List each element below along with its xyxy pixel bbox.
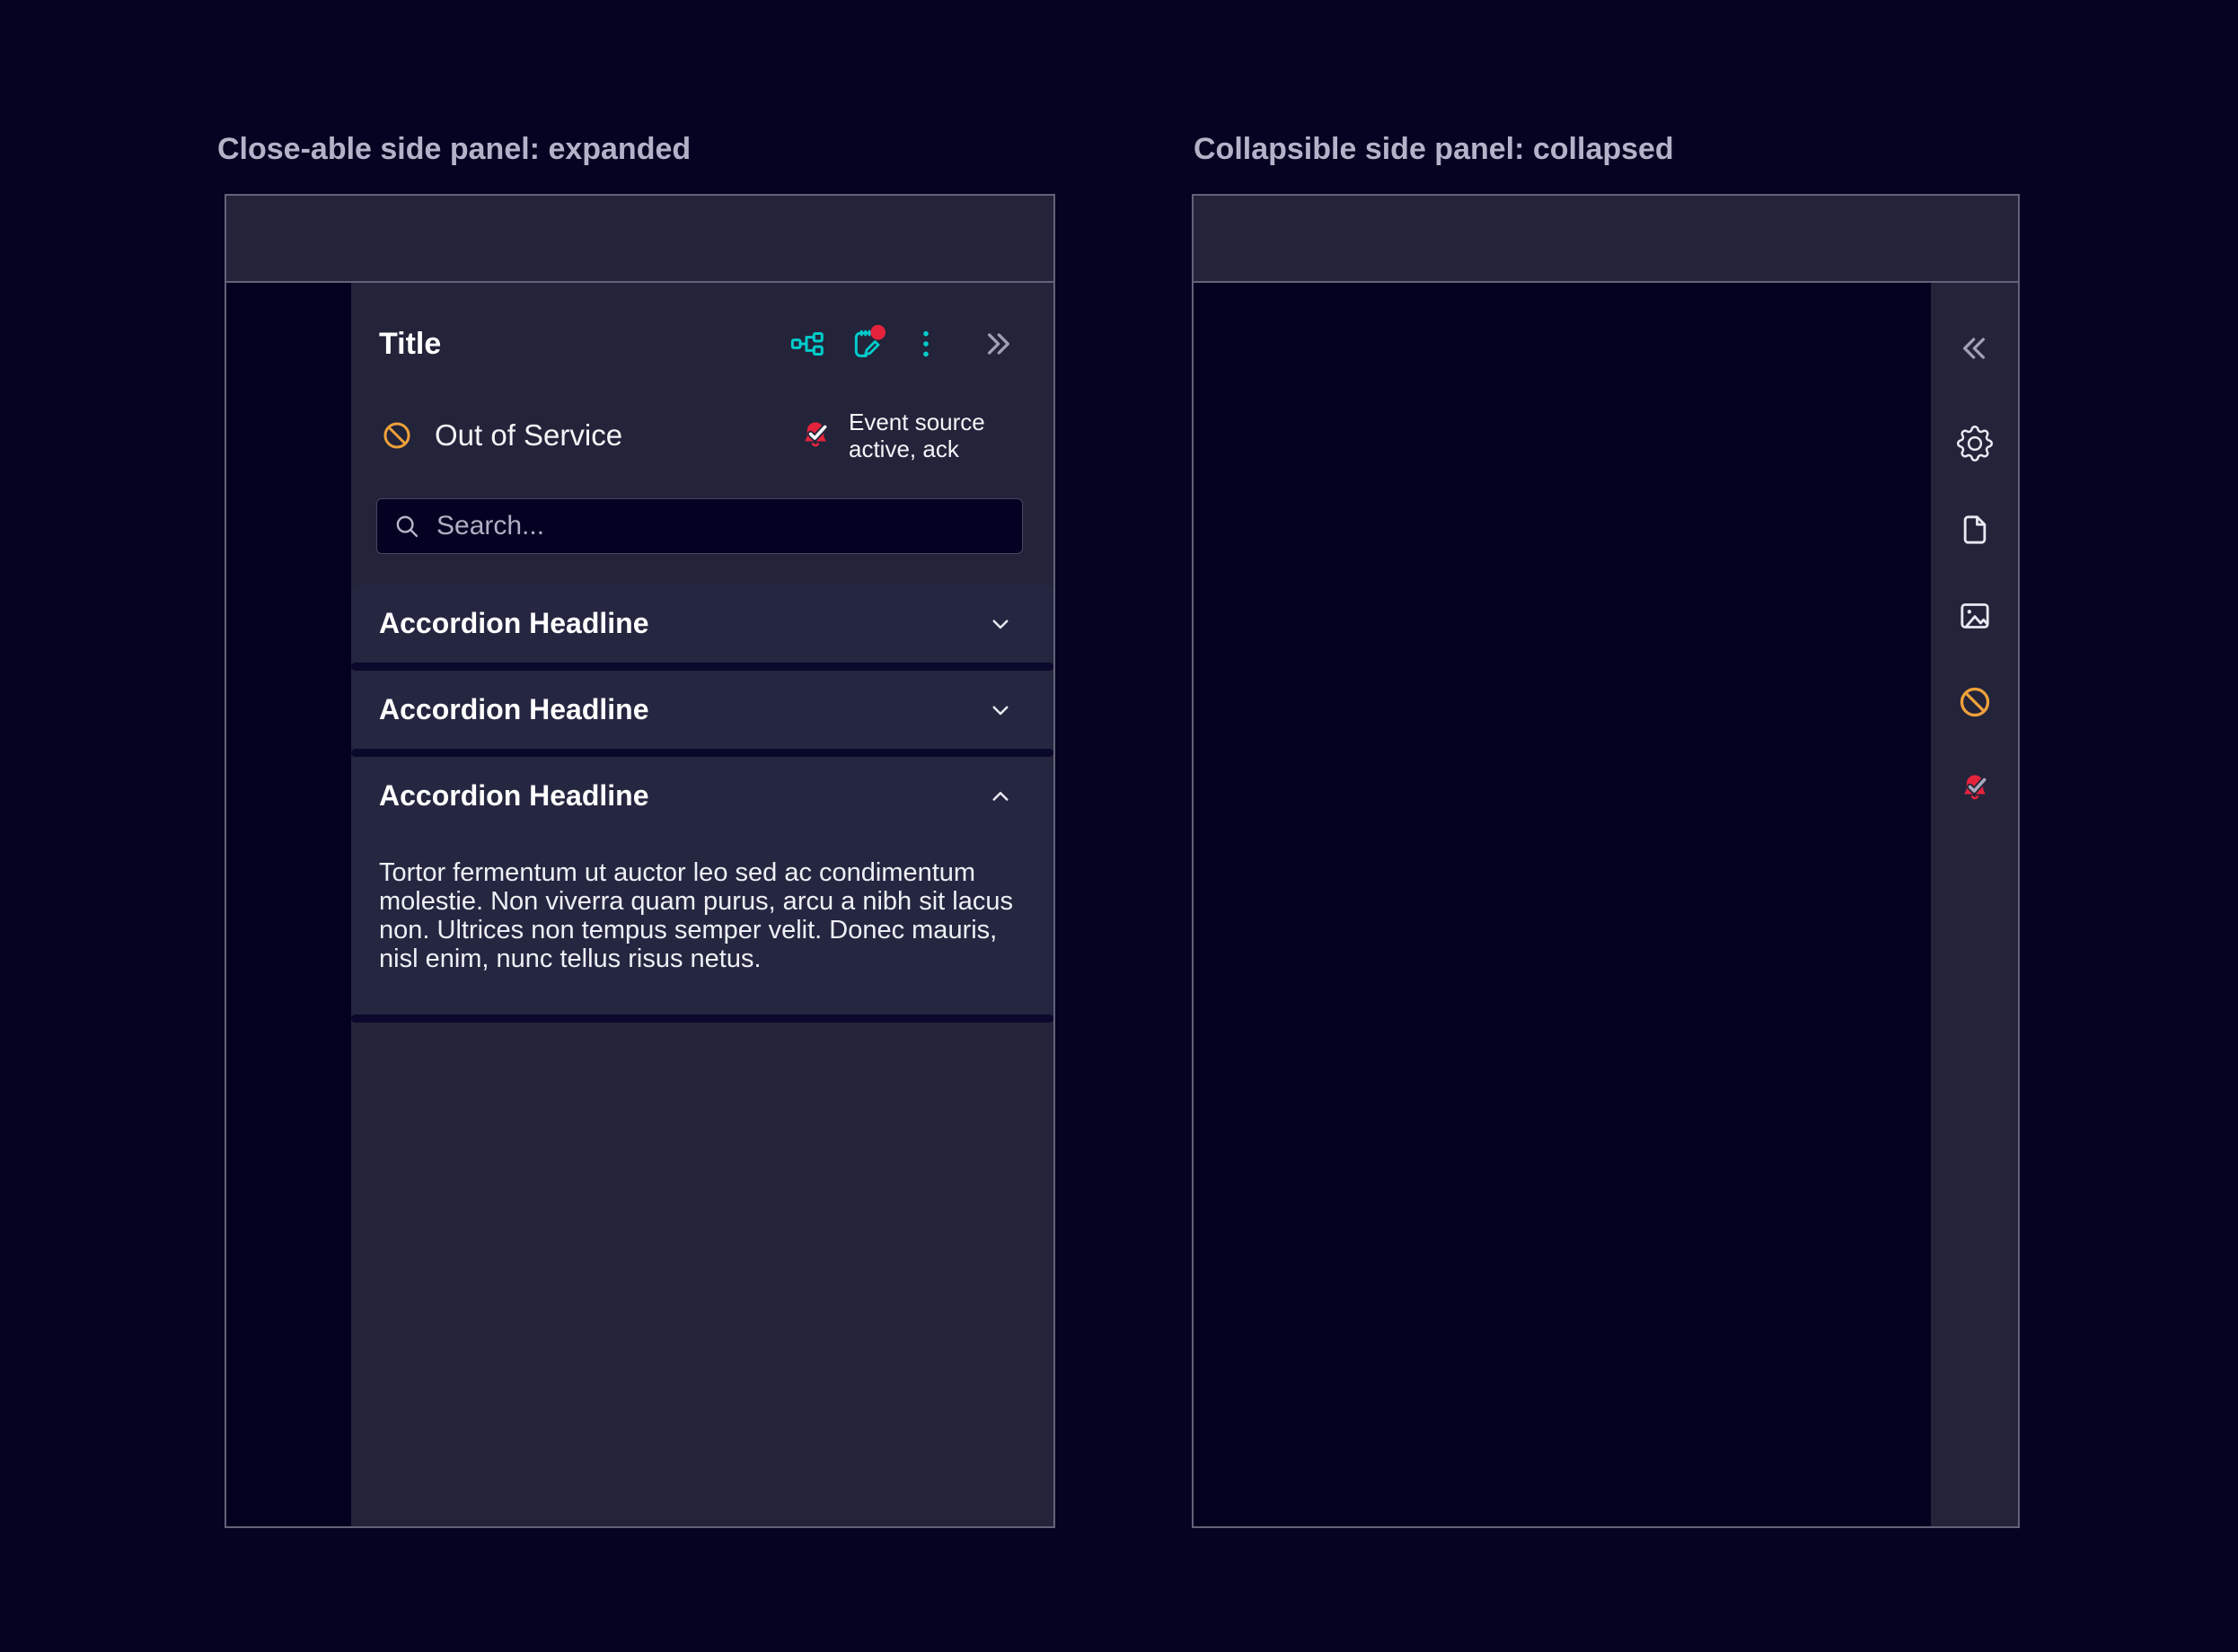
app-topbar (1194, 196, 2018, 283)
kebab-menu-icon[interactable] (908, 326, 944, 362)
out-of-service-icon[interactable] (1957, 684, 1993, 720)
expand-left-icon[interactable] (1957, 330, 1993, 366)
status-row: Out of Service Event source active, ack (379, 409, 1001, 462)
accordion-item-expanded: Accordion Headline Tortor fermentum ut a… (351, 757, 1053, 1015)
accordion-header-2[interactable]: Accordion Headline (351, 671, 1053, 749)
search-icon (392, 512, 421, 540)
search-input[interactable] (435, 510, 1007, 542)
event-source-icon (797, 417, 833, 453)
content-area (1194, 283, 1931, 1526)
event-source-label: Event source active, ack (849, 409, 1001, 462)
chevron-up-icon (987, 783, 1014, 810)
panel-title: Title (379, 327, 441, 362)
file-icon[interactable] (1957, 512, 1993, 548)
accordion-group: Accordion Headline Accordion Headline (351, 584, 1053, 1023)
side-panel-collapsed (1931, 283, 2018, 1526)
content-area (226, 283, 351, 1526)
out-of-service-icon (379, 417, 415, 453)
accordion-item: Accordion Headline (351, 671, 1053, 749)
edit-note-icon[interactable] (849, 326, 885, 362)
side-panel-expanded: Title (351, 283, 1053, 1526)
collapse-right-icon[interactable] (980, 326, 1016, 362)
image-icon[interactable] (1957, 598, 1993, 634)
accordion-label: Accordion Headline (379, 607, 649, 640)
tree-icon[interactable] (789, 326, 825, 362)
gear-icon[interactable] (1957, 426, 1993, 461)
app-topbar (226, 196, 1053, 283)
collapsed-panel-window (1192, 194, 2020, 1528)
event-source-icon[interactable] (1957, 770, 1993, 806)
accordion-body-text: Tortor fermentum ut auctor leo sed ac co… (351, 835, 1053, 1015)
accordion-separator (351, 1015, 1053, 1023)
search-box (376, 498, 1023, 554)
side-panel-header: Title (379, 319, 1016, 369)
accordion-separator (351, 749, 1053, 757)
accordion-label: Accordion Headline (379, 693, 649, 726)
accordion-item: Accordion Headline (351, 584, 1053, 663)
chevron-down-icon (987, 611, 1014, 637)
chevron-down-icon (987, 697, 1014, 724)
accordion-header-1[interactable]: Accordion Headline (351, 584, 1053, 663)
expanded-example-heading: Close-able side panel: expanded (217, 131, 691, 167)
accordion-label: Accordion Headline (379, 779, 649, 813)
out-of-service-label: Out of Service (435, 418, 622, 453)
collapsed-example-heading: Collapsible side panel: collapsed (1194, 131, 1674, 167)
expanded-panel-window: Title (225, 194, 1055, 1528)
accordion-separator (351, 663, 1053, 671)
accordion-header-3[interactable]: Accordion Headline (351, 757, 1053, 835)
